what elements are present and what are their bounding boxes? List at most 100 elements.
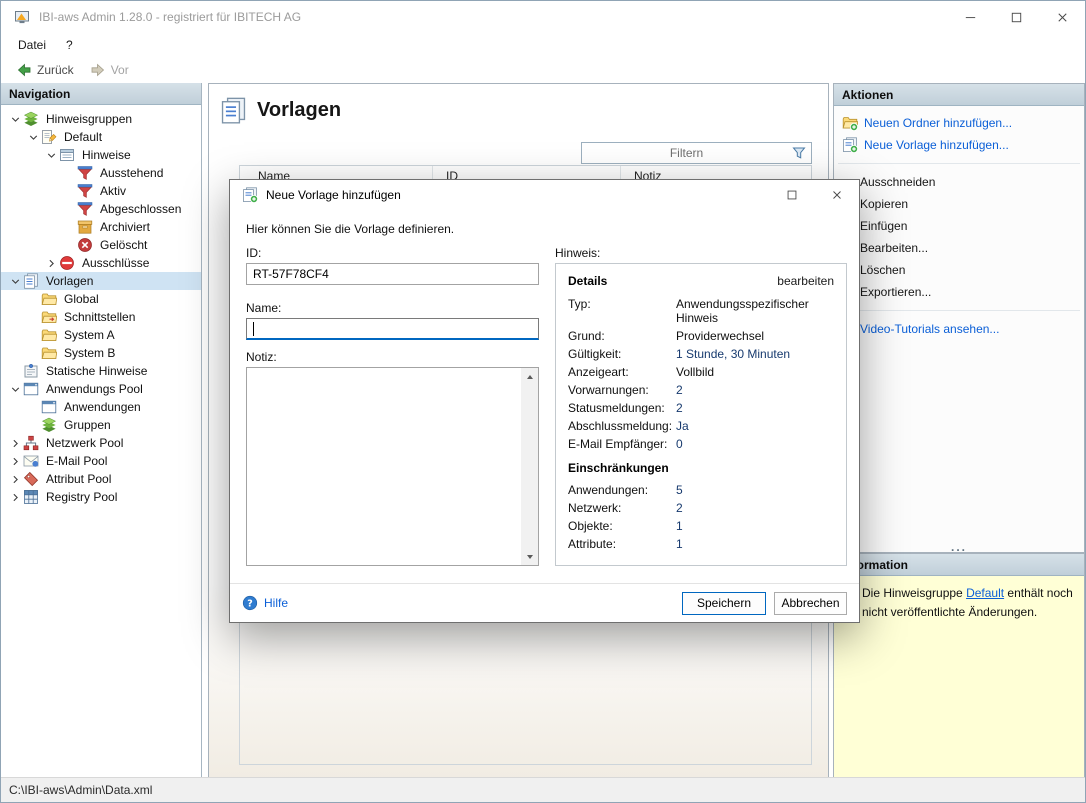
chevron-down-icon[interactable] — [25, 129, 41, 145]
detail-label: Abschlussmeldung: — [568, 419, 676, 433]
archive-box-icon — [77, 219, 93, 235]
chevron-right-icon[interactable] — [7, 453, 23, 469]
main-header: Vorlagen — [209, 84, 828, 124]
navigation-panel: Navigation Hinweisgruppen Default Hinwei… — [1, 83, 202, 778]
dialog-title: Neue Vorlage hinzufügen — [266, 188, 401, 202]
dialog-title-bar: Neue Vorlage hinzufügen — [230, 180, 859, 210]
app-icon — [14, 9, 30, 25]
info-message: Die Hinweisgruppe Default enthält noch n… — [834, 576, 1084, 777]
chevron-down-icon[interactable] — [43, 147, 59, 163]
id-input[interactable] — [253, 267, 532, 281]
tree-item-abgeschlossen[interactable]: Abgeschlossen — [1, 200, 201, 218]
tree-item-label: Global — [61, 292, 102, 306]
tree-item-anwendungen[interactable]: Anwendungen — [1, 398, 201, 416]
detail-value: 2 — [676, 501, 834, 515]
back-button[interactable]: Zurück — [9, 60, 81, 80]
tree-item-geloescht[interactable]: Gelöscht — [1, 236, 201, 254]
chevron-down-icon[interactable] — [7, 381, 23, 397]
maximize-icon — [785, 188, 799, 202]
tree-item-attribut-pool[interactable]: Attribut Pool — [1, 470, 201, 488]
forward-button[interactable]: Vor — [83, 60, 136, 80]
tree-item-schnittstellen[interactable]: Schnittstellen — [1, 308, 201, 326]
tree-item-system-b[interactable]: System B — [1, 344, 201, 362]
action-delete[interactable]: Löschen — [834, 259, 1084, 281]
filter-funnel-icon — [77, 201, 93, 217]
filter-funnel-icon — [77, 183, 93, 199]
template-icon — [23, 273, 39, 289]
tree-item-ausschluesse[interactable]: Ausschlüsse — [1, 254, 201, 272]
tree-item-default[interactable]: Default — [1, 128, 201, 146]
menu-help[interactable]: ? — [56, 35, 83, 55]
splitter-gripper[interactable]: ... — [834, 543, 1084, 552]
close-button[interactable] — [1039, 1, 1085, 33]
tree-item-hinweisgruppen[interactable]: Hinweisgruppen — [1, 110, 201, 128]
tree-item-vorlagen[interactable]: Vorlagen — [1, 272, 201, 290]
tree-item-archiviert[interactable]: Archiviert — [1, 218, 201, 236]
details-heading: Details — [568, 274, 607, 288]
tree-item-email-pool[interactable]: E-Mail Pool — [1, 452, 201, 470]
chevron-down-icon[interactable] — [7, 273, 23, 289]
notiz-label: Notiz: — [246, 350, 277, 364]
menu-datei[interactable]: Datei — [8, 35, 56, 55]
restrictions-heading: Einschränkungen — [568, 461, 834, 475]
name-field[interactable] — [246, 318, 539, 340]
tree-item-system-a[interactable]: System A — [1, 326, 201, 344]
action-new-template[interactable]: Neue Vorlage hinzufügen... — [834, 134, 1084, 156]
menu-bar: Datei ? — [1, 33, 1085, 56]
tree-item-label: E-Mail Pool — [43, 454, 110, 468]
detail-label: Typ: — [568, 297, 676, 325]
detail-value: 5 — [676, 483, 834, 497]
cancel-button[interactable]: Abbrechen — [774, 592, 847, 615]
maximize-button[interactable] — [993, 1, 1039, 33]
filter-input[interactable] — [582, 145, 791, 161]
forward-label: Vor — [111, 63, 129, 77]
app-window-icon — [41, 399, 57, 415]
tree-item-ausstehend[interactable]: Ausstehend — [1, 164, 201, 182]
tree-item-registry-pool[interactable]: Registry Pool — [1, 488, 201, 506]
templates-page-icon — [220, 97, 247, 124]
dialog-maximize-button[interactable] — [769, 180, 814, 210]
tree-item-label: Ausstehend — [97, 166, 166, 180]
chevron-down-icon[interactable] — [7, 111, 23, 127]
scroll-up-button[interactable] — [521, 368, 538, 385]
tree-item-hinweise[interactable]: Hinweise — [1, 146, 201, 164]
chevron-right-icon[interactable] — [43, 255, 59, 271]
tree-item-statische-hinweise[interactable]: Statische Hinweise — [1, 362, 201, 380]
tree-item-anwendungs-pool[interactable]: Anwendungs Pool — [1, 380, 201, 398]
minimize-button[interactable] — [947, 1, 993, 33]
notiz-textarea[interactable] — [246, 367, 539, 566]
chevron-right-icon[interactable] — [7, 435, 23, 451]
notiz-scrollbar[interactable] — [521, 368, 538, 565]
action-cut[interactable]: Ausschneiden — [834, 171, 1084, 193]
tree-item-label: Anwendungs Pool — [43, 382, 146, 396]
tree-item-label: Default — [61, 130, 105, 144]
save-button[interactable]: Speichern — [682, 592, 766, 615]
action-edit[interactable]: Bearbeiten... — [834, 237, 1084, 259]
help-link[interactable]: Hilfe — [242, 595, 288, 611]
action-paste[interactable]: Einfügen — [834, 215, 1084, 237]
tree-item-gruppen[interactable]: Gruppen — [1, 416, 201, 434]
detail-row: E-Mail Empfänger: 0 — [568, 437, 834, 451]
chevron-right-icon[interactable] — [7, 471, 23, 487]
dialog-close-button[interactable] — [814, 180, 859, 210]
detail-label: Statusmeldungen: — [568, 401, 676, 415]
bearbeiten-link[interactable]: bearbeiten — [777, 274, 834, 288]
action-copy[interactable]: Kopieren — [834, 193, 1084, 215]
detail-value: 0 — [676, 437, 834, 451]
network-icon — [23, 435, 39, 451]
tree-item-global[interactable]: Global — [1, 290, 201, 308]
hinweis-label: Hinweis: — [555, 246, 600, 260]
tree-item-aktiv[interactable]: Aktiv — [1, 182, 201, 200]
chevron-right-icon[interactable] — [7, 489, 23, 505]
tag-icon — [23, 471, 39, 487]
tree-item-netzwerk-pool[interactable]: Netzwerk Pool — [1, 434, 201, 452]
video-tutorials-link[interactable]: Video-Tutorials ansehen... — [834, 318, 1084, 340]
folder-icon — [41, 345, 57, 361]
default-group-link[interactable]: Default — [966, 586, 1004, 600]
actions-separator — [838, 163, 1080, 164]
action-export[interactable]: Exportieren... — [834, 281, 1084, 303]
detail-label: Vorwarnungen: — [568, 383, 676, 397]
tree-item-label: Gelöscht — [97, 238, 150, 252]
action-new-folder[interactable]: Neuen Ordner hinzufügen... — [834, 112, 1084, 134]
scroll-down-button[interactable] — [521, 548, 538, 565]
